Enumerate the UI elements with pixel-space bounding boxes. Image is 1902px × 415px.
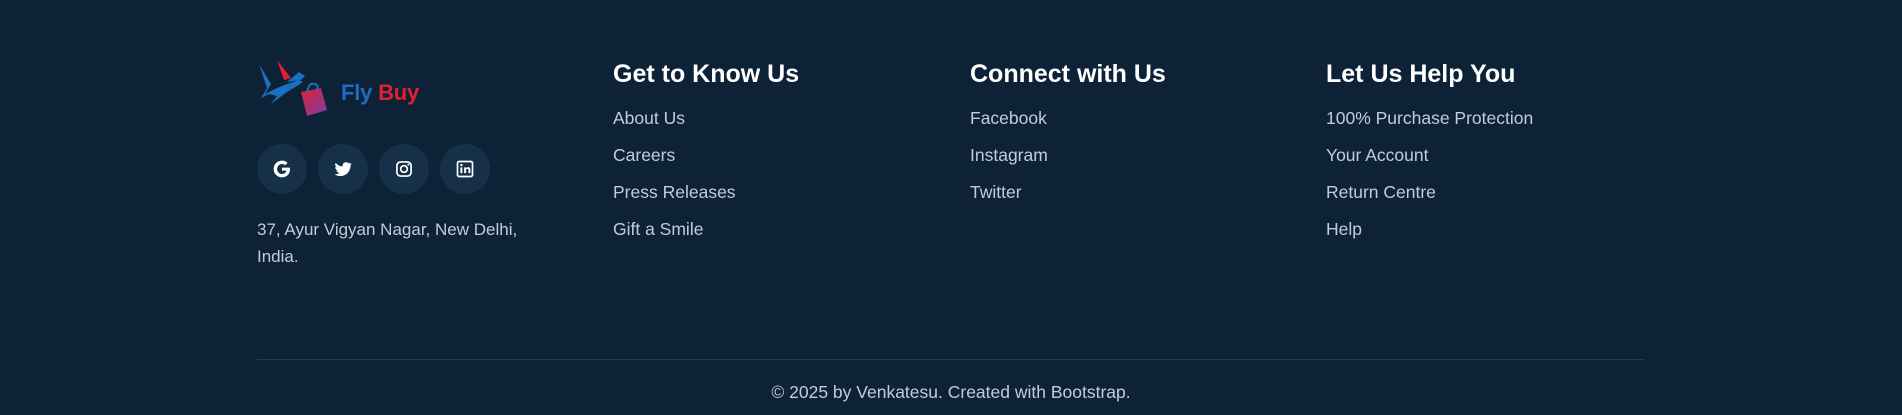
google-button[interactable] [257, 144, 307, 194]
brand-column: Fly Buy 37, Ayur Vigyan Nagar, New Delhi… [257, 58, 557, 270]
copyright-text: © 2025 by Venkatesu. Created with Bootst… [771, 382, 1131, 402]
footer: Fly Buy 37, Ayur Vigyan Nagar, New Delhi… [257, 0, 1645, 415]
logo-text: Fly Buy [341, 80, 419, 106]
column-get-to-know-us: Get to Know Us About Us Careers Press Re… [613, 58, 799, 252]
link-twitter[interactable]: Twitter [970, 182, 1022, 202]
column-heading: Connect with Us [970, 60, 1166, 88]
link-your-account[interactable]: Your Account [1326, 145, 1429, 165]
instagram-button[interactable] [379, 144, 429, 194]
google-icon [273, 160, 290, 178]
logo-text-fly: Fly [341, 80, 373, 105]
column-connect-with-us: Connect with Us Facebook Instagram Twitt… [970, 58, 1166, 215]
link-help[interactable]: Help [1326, 219, 1362, 239]
column-let-us-help-you: Let Us Help You 100% Purchase Protection… [1326, 58, 1533, 252]
link-purchase-protection[interactable]: 100% Purchase Protection [1326, 108, 1533, 128]
twitter-button[interactable] [318, 144, 368, 194]
column-heading: Get to Know Us [613, 60, 800, 88]
hummingbird-bag-logo-icon [259, 60, 327, 116]
link-press-releases[interactable]: Press Releases [613, 182, 736, 202]
link-careers[interactable]: Careers [613, 145, 675, 165]
logo-text-buy: Buy [378, 80, 420, 105]
link-facebook[interactable]: Facebook [970, 108, 1047, 128]
linkedin-icon [456, 160, 474, 178]
link-instagram[interactable]: Instagram [970, 145, 1048, 165]
linkedin-button[interactable] [440, 144, 490, 194]
logo[interactable]: Fly Buy [257, 58, 557, 128]
link-about-us[interactable]: About Us [613, 108, 685, 128]
address: 37, Ayur Vigyan Nagar, New Delhi, India. [257, 220, 518, 266]
column-heading: Let Us Help You [1326, 60, 1516, 88]
instagram-icon [396, 161, 412, 177]
link-gift-a-smile[interactable]: Gift a Smile [613, 219, 703, 239]
footer-divider [257, 359, 1645, 360]
social-links [257, 144, 557, 194]
twitter-icon [334, 162, 353, 177]
link-return-centre[interactable]: Return Centre [1326, 182, 1436, 202]
